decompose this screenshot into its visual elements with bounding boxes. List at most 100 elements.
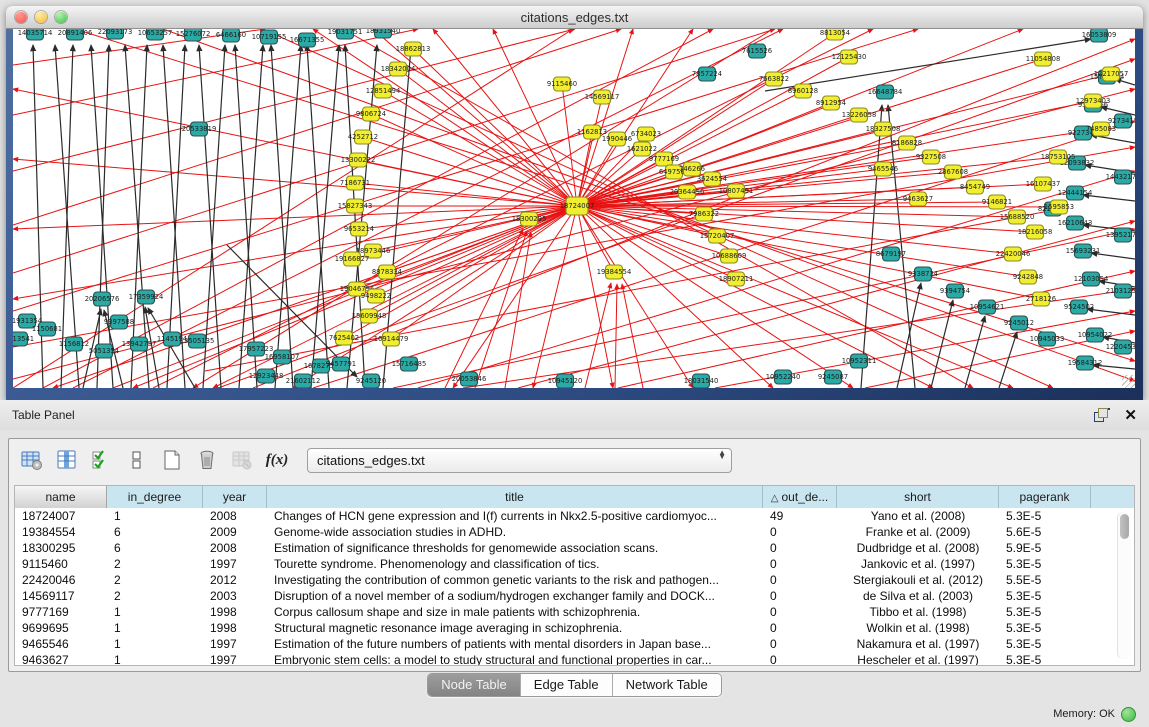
selected-node[interactable]: 1621022 <box>627 142 657 156</box>
edge[interactable] <box>33 45 43 388</box>
node[interactable]: 13952170 <box>1106 228 1135 242</box>
node[interactable]: 20206576 <box>85 292 120 306</box>
node[interactable]: 21031254 <box>1106 284 1135 298</box>
node[interactable]: 14035714 <box>18 29 53 40</box>
table-source-dropdown[interactable]: citations_edges.txt ▲▼ <box>307 448 732 473</box>
node[interactable]: 10653257 <box>138 29 173 40</box>
node[interactable]: 18031540 <box>684 374 719 388</box>
tab-node-table[interactable]: Node Table <box>428 674 521 696</box>
node[interactable]: 15276072 <box>176 29 211 41</box>
table-row[interactable]: 911546021997Tourette syndrome. Phenomeno… <box>15 556 1134 572</box>
edge[interactable] <box>999 332 1017 388</box>
selected-edge[interactable] <box>363 137 577 206</box>
new-table-icon[interactable] <box>159 447 185 473</box>
selected-node[interactable]: 15688520 <box>1000 210 1035 224</box>
node[interactable]: 18931540 <box>366 29 401 38</box>
edge[interactable] <box>235 45 257 388</box>
selected-node[interactable]: 8813054 <box>820 29 850 40</box>
selected-node[interactable]: 8912954 <box>816 96 846 110</box>
node[interactable]: 21602112 <box>286 374 321 388</box>
selected-node[interactable]: 11054808 <box>1026 52 1061 66</box>
selected-node[interactable]: 3624554 <box>697 172 727 186</box>
node[interactable]: 20891406 <box>58 29 93 40</box>
column-header-short[interactable]: short <box>837 486 999 508</box>
selected-edge[interactable] <box>615 284 617 388</box>
node[interactable]: 9524502 <box>1064 300 1094 314</box>
selected-node[interactable]: 18907211 <box>719 272 754 286</box>
selected-node[interactable]: 9242848 <box>1013 270 1043 284</box>
float-panel-icon[interactable] <box>1094 408 1110 422</box>
node[interactable]: 12923448 <box>249 369 284 383</box>
selected-edge[interactable] <box>622 284 643 388</box>
selected-node[interactable]: 13300222 <box>341 153 376 167</box>
canvas-resize-grip[interactable] <box>1122 375 1135 388</box>
node[interactable]: 1156812 <box>59 337 89 351</box>
node[interactable]: 10719155 <box>252 30 287 44</box>
edge[interactable] <box>965 316 985 388</box>
selected-edge[interactable] <box>391 206 577 339</box>
table-row[interactable]: 1872400712008Changes of HCN gene express… <box>15 508 1134 524</box>
table-row[interactable]: 1938455462009Genome-wide association stu… <box>15 524 1134 540</box>
close-panel-icon[interactable]: ✕ <box>1124 408 1137 423</box>
node[interactable]: 10945033 <box>1030 332 1065 346</box>
selected-node[interactable]: 9463627 <box>903 192 933 206</box>
scrollbar-thumb[interactable] <box>1120 514 1129 539</box>
node[interactable]: 10945120 <box>548 374 583 388</box>
selected-node[interactable]: 8454749 <box>960 180 990 194</box>
node[interactable]: 16210643 <box>1058 216 1093 230</box>
selected-node[interactable]: 6734023 <box>631 127 661 141</box>
table-row[interactable]: 977716911998Corpus callosum shape and si… <box>15 604 1134 620</box>
node[interactable]: 15693231 <box>1066 244 1101 258</box>
node[interactable]: 12204531 <box>1106 340 1135 354</box>
selected-node[interactable]: 14569117 <box>585 90 620 104</box>
network-canvas[interactable]: 1403571420891406220931731065325715276072… <box>13 29 1135 388</box>
column-header-out_de[interactable]: △out_de... <box>763 486 837 508</box>
table-vertical-scrollbar[interactable] <box>1117 512 1131 659</box>
function-builder-icon[interactable]: f(x) <box>264 447 290 473</box>
column-header-in_degree[interactable]: in_degree <box>107 486 203 508</box>
table-row[interactable]: 1456911722003Disruption of a novel membe… <box>15 588 1134 604</box>
node[interactable]: 16648784 <box>868 85 903 99</box>
selected-node[interactable]: 16914479 <box>374 332 409 346</box>
node[interactable]: 9338734 <box>908 267 938 281</box>
column-visibility-icon[interactable] <box>54 447 80 473</box>
table-row[interactable]: 1830029562008Estimation of significance … <box>15 540 1134 556</box>
zoom-window-button[interactable] <box>55 11 67 23</box>
selected-edge[interactable] <box>577 206 1028 277</box>
edge[interactable] <box>275 45 301 388</box>
selected-edge[interactable] <box>562 84 577 206</box>
table-row[interactable]: 946554611997Estimation of the future num… <box>15 636 1134 652</box>
node[interactable]: 6466160 <box>216 29 246 42</box>
node[interactable]: 15716485 <box>392 357 427 371</box>
selected-node[interactable]: 22420046 <box>996 247 1031 261</box>
column-header-pagerank[interactable]: pagerank <box>999 486 1091 508</box>
node[interactable]: 9394754 <box>940 284 970 298</box>
selected-node[interactable]: 12125430 <box>832 50 867 64</box>
table-row[interactable]: 2242004622012Investigating the contribut… <box>15 572 1134 588</box>
selected-node[interactable]: 2718126 <box>1026 292 1056 306</box>
selected-node[interactable]: 19384554 <box>597 265 632 279</box>
selected-edge[interactable] <box>373 29 577 206</box>
column-header-year[interactable]: year <box>203 486 267 508</box>
selected-node[interactable]: 8186828 <box>892 136 922 150</box>
node[interactable]: 10954022 <box>1078 328 1113 342</box>
node[interactable]: 14432175 <box>1106 170 1135 184</box>
tab-network-table[interactable]: Network Table <box>613 674 721 696</box>
selected-node[interactable]: 13226058 <box>842 108 877 122</box>
selected-edge[interactable] <box>413 49 577 206</box>
column-header-title[interactable]: title <box>267 486 763 508</box>
node[interactable]: 9245120 <box>356 374 386 388</box>
selected-node[interactable]: 16107437 <box>1026 177 1061 191</box>
node[interactable]: 20533819 <box>182 122 217 136</box>
delete-table-icon[interactable] <box>194 447 220 473</box>
citation-network-graph[interactable]: 1403571420891406220931731065325715276072… <box>13 29 1135 388</box>
table-settings-icon[interactable] <box>19 447 45 473</box>
tab-edge-table[interactable]: Edge Table <box>521 674 613 696</box>
selected-edge[interactable] <box>577 206 933 388</box>
node[interactable]: 16671355 <box>290 33 325 47</box>
selected-node[interactable]: 15609948 <box>352 309 387 323</box>
node[interactable]: 7615526 <box>742 44 772 58</box>
table-row[interactable]: 946362711997Embryonic stem cells: a mode… <box>15 652 1134 665</box>
selected-node[interactable]: 4252712 <box>348 130 378 144</box>
selected-edge[interactable] <box>13 147 1135 347</box>
